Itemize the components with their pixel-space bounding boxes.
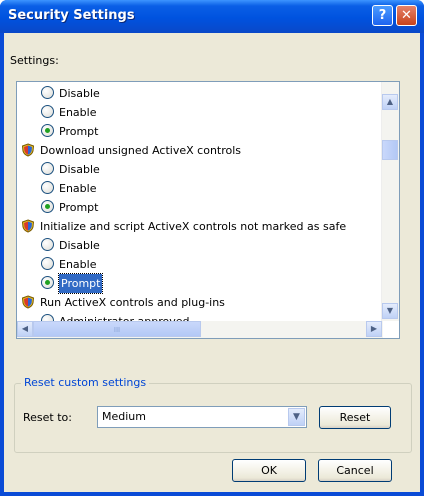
scroll-down-button[interactable]: ▼: [382, 303, 398, 319]
radio-option-label: Prompt: [57, 273, 104, 294]
radio-unchecked-icon[interactable]: [41, 105, 54, 118]
window-title: Security Settings: [8, 8, 135, 23]
radio-option-label: Prompt: [59, 125, 99, 138]
close-button[interactable]: ✕: [396, 5, 417, 26]
reset-to-label: Reset to:: [23, 411, 72, 424]
ok-button[interactable]: OK: [232, 459, 306, 482]
scroll-right-button[interactable]: ▶: [366, 321, 382, 337]
shield-icon: [21, 143, 35, 157]
cancel-button[interactable]: Cancel: [318, 459, 392, 482]
reset-button[interactable]: Reset: [319, 406, 391, 429]
radio-unchecked-icon[interactable]: [41, 238, 54, 251]
vertical-scrollbar[interactable]: ▲ ▼: [381, 82, 399, 321]
chevron-up-icon: ▲: [386, 97, 394, 106]
dialog-client-area: Settings: Disable Enable Prompt Download un…: [4, 33, 420, 492]
help-button[interactable]: ?: [372, 5, 393, 26]
settings-list[interactable]: Disable Enable Prompt Download unsigned Act…: [16, 81, 400, 339]
radio-unchecked-icon[interactable]: [41, 162, 54, 175]
radio-unchecked-icon[interactable]: [41, 257, 54, 270]
setting-category-label: Initialize and script ActiveX controls n…: [40, 220, 347, 233]
horizontal-scrollbar[interactable]: ◀ III ▶: [17, 321, 383, 338]
setting-category-label: Run ActiveX controls and plug-ins: [40, 296, 225, 309]
help-icon: ?: [378, 8, 387, 23]
reset-custom-settings-group: Reset custom settings Reset to: Medium ▼…: [14, 376, 412, 453]
chevron-left-icon: ◀: [21, 324, 29, 333]
shield-icon: [21, 295, 35, 309]
chevron-down-icon: ▼: [386, 306, 394, 315]
horizontal-scroll-thumb[interactable]: III: [33, 321, 201, 337]
close-icon: ✕: [401, 8, 412, 23]
radio-option-label: Enable: [59, 258, 97, 271]
radio-option-label: Disable: [59, 87, 100, 100]
chevron-down-icon: ▼: [293, 412, 300, 422]
scroll-left-button[interactable]: ◀: [17, 321, 33, 337]
setting-category-label: Download unsigned ActiveX controls: [40, 144, 242, 157]
settings-label: Settings:: [10, 54, 59, 67]
dropdown-button[interactable]: ▼: [288, 408, 305, 426]
group-title: Reset custom settings: [21, 376, 150, 389]
shield-icon: [21, 219, 35, 233]
radio-option-label: Enable: [59, 106, 97, 119]
title-bar[interactable]: Security Settings ? ✕: [0, 0, 424, 33]
radio-checked-icon[interactable]: [41, 124, 54, 137]
grip-icon: III: [113, 326, 121, 334]
radio-checked-icon[interactable]: [41, 200, 54, 213]
radio-checked-icon[interactable]: [41, 276, 54, 289]
security-settings-window: Security Settings ? ✕ Settings: Disable E…: [0, 0, 424, 496]
reset-level-value: Medium: [102, 410, 146, 423]
radio-option-label: Prompt: [59, 201, 99, 214]
vertical-scroll-thumb[interactable]: [382, 140, 398, 160]
chevron-right-icon: ▶: [370, 324, 378, 333]
radio-option-label: Enable: [59, 182, 97, 195]
radio-option-label: Disable: [59, 163, 100, 176]
radio-unchecked-icon[interactable]: [41, 181, 54, 194]
cancel-button-label: Cancel: [336, 464, 374, 477]
scroll-up-button[interactable]: ▲: [382, 94, 398, 110]
reset-button-label: Reset: [339, 411, 371, 424]
radio-unchecked-icon[interactable]: [41, 86, 54, 99]
radio-option-label: Disable: [59, 239, 100, 252]
reset-level-dropdown[interactable]: Medium ▼: [97, 406, 307, 428]
ok-button-label: OK: [261, 464, 277, 477]
